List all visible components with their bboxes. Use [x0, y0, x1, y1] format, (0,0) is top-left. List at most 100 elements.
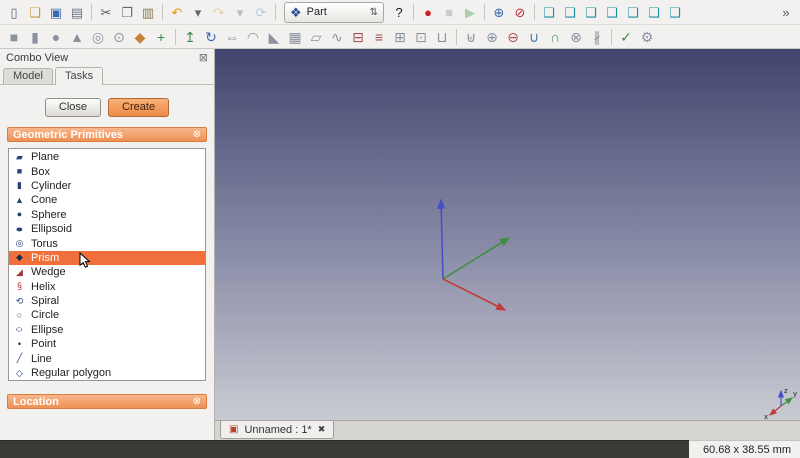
document-tab-unnamed[interactable]: ▣ Unnamed : 1* ✖ [220, 421, 335, 439]
fillet-button[interactable]: ◠ [243, 27, 263, 47]
macro-execute-button[interactable]: ▶ [460, 2, 480, 22]
primitive-item-sphere[interactable]: ● Sphere [9, 208, 205, 222]
ellipsoid-icon: ● [15, 223, 24, 234]
prism-icon: ◆ [16, 252, 23, 263]
view-axonometric-button[interactable]: ❑ [539, 2, 559, 22]
whats-this-button[interactable]: ? [389, 2, 409, 22]
check-geometry-button[interactable]: ✓ [616, 27, 636, 47]
redo-menu-button[interactable]: ▾ [230, 2, 250, 22]
intersection-button[interactable]: ∩ [545, 27, 565, 47]
loft-button[interactable]: ▱ [306, 27, 326, 47]
ruled-surface-button[interactable]: ▦ [285, 27, 305, 47]
primitive-item-circle[interactable]: ○ Circle [9, 308, 205, 322]
copy-button[interactable]: ❐ [117, 2, 137, 22]
torus-button[interactable]: ◎ [88, 27, 108, 47]
view-top-button[interactable]: ❑ [581, 2, 601, 22]
primitive-item-spiral[interactable]: ⟲ Spiral [9, 294, 205, 308]
tab-close-icon[interactable]: ✖ [318, 425, 326, 434]
redo-button[interactable]: ↷ [209, 2, 229, 22]
chamfer-button[interactable]: ◣ [264, 27, 284, 47]
print-button[interactable]: ▤ [67, 2, 87, 22]
primitive-item-plane[interactable]: ▰ Plane [9, 150, 205, 164]
primitive-item-prism[interactable]: ◆ Prism [9, 250, 205, 266]
view-right-button[interactable]: ❑ [602, 2, 622, 22]
fit-all-button[interactable]: ⊕ [489, 2, 509, 22]
undo-menu-button[interactable]: ▾ [188, 2, 208, 22]
task-dialog-buttons: Close Create [0, 98, 214, 117]
cone-button[interactable]: ▲ [67, 27, 87, 47]
open-file-button[interactable]: ❏ [25, 2, 45, 22]
mirror-button[interactable]: ⇔ [222, 27, 242, 47]
refresh-button[interactable]: ⟳ [251, 2, 271, 22]
create-primitives-button[interactable]: ◆ [130, 27, 150, 47]
offset-3d-button[interactable]: ⊞ [390, 27, 410, 47]
sphere-button[interactable]: ● [46, 27, 66, 47]
view-front-button[interactable]: ❑ [560, 2, 580, 22]
toolbar-separator [534, 4, 535, 20]
paste-button[interactable]: ▥ [138, 2, 158, 22]
cone-icon: ▲ [70, 28, 84, 45]
primitive-item-torus[interactable]: ◎ Torus [9, 236, 205, 250]
section-button[interactable]: ⊟ [348, 27, 368, 47]
cut-button[interactable]: ✂ [96, 2, 116, 22]
section-close-icon[interactable]: ⊗ [193, 396, 201, 407]
view-left-button[interactable]: ❑ [665, 2, 685, 22]
thickness-button[interactable]: ⊔ [432, 27, 452, 47]
cylinder-button[interactable]: ▮ [25, 27, 45, 47]
primitive-item-line[interactable]: ╱ Line [9, 351, 205, 365]
cross-sections-button[interactable]: ≡ [369, 27, 389, 47]
boolean-button[interactable]: ⊕ [482, 27, 502, 47]
section-location[interactable]: Location ⊗ [7, 394, 207, 409]
extrude-button[interactable]: ↥ [180, 27, 200, 47]
shape-builder-button[interactable]: + [151, 27, 171, 47]
macro-record-button[interactable]: ● [418, 2, 438, 22]
join-connect-button[interactable]: ⊗ [566, 27, 586, 47]
union-button[interactable]: ∪ [524, 27, 544, 47]
close-button[interactable]: Close [44, 98, 102, 117]
view-rear-button[interactable]: ❑ [623, 2, 643, 22]
primitive-item-ellipsoid[interactable]: ● Ellipsoid [9, 222, 205, 236]
tube-button[interactable]: ⊙ [109, 27, 129, 47]
primitive-label: Spiral [31, 295, 60, 308]
primitive-item-wedge[interactable]: ◢ Wedge [9, 265, 205, 279]
defeaturing-button[interactable]: ⚙ [637, 27, 657, 47]
tab-tasks[interactable]: Tasks [54, 67, 104, 85]
offset-2d-button[interactable]: ⊡ [411, 27, 431, 47]
primitive-item-point[interactable]: • Point [9, 337, 205, 351]
macro-stop-button[interactable]: ■ [439, 2, 459, 22]
save-button[interactable]: ▣ [46, 2, 66, 22]
sweep-button[interactable]: ∿ [327, 27, 347, 47]
primitive-item-regular-polygon[interactable]: ◇ Regular polygon [9, 366, 205, 380]
create-button[interactable]: Create [108, 98, 170, 117]
print-icon: ▤ [70, 4, 84, 20]
create-primitives-icon: ◆ [134, 28, 146, 45]
primitive-item-helix[interactable]: § Helix [9, 280, 205, 294]
paste-icon: ▥ [141, 4, 155, 20]
offset-2d-icon: ⊡ [415, 28, 427, 45]
primitive-item-cylinder[interactable]: ▮ Cylinder [9, 179, 205, 193]
new-file-button[interactable]: ▯ [4, 2, 24, 22]
view-bottom-button[interactable]: ❑ [644, 2, 664, 22]
undo-menu-icon: ▾ [194, 4, 202, 20]
tab-model[interactable]: Model [3, 68, 53, 84]
workbench-selector[interactable]: ❖ Part ⇅ [284, 1, 384, 23]
cut-boolean-button[interactable]: ⊖ [503, 27, 523, 47]
split-button[interactable]: ∦ [587, 27, 607, 47]
section-close-icon[interactable]: ⊗ [193, 129, 201, 140]
primitive-item-box[interactable]: ■ Box [9, 164, 205, 178]
primitive-item-ellipse[interactable]: ○ Ellipse [9, 323, 205, 337]
compound-button[interactable]: ⊎ [461, 27, 481, 47]
revolve-button[interactable]: ↻ [201, 27, 221, 47]
fillet-icon: ◠ [246, 28, 260, 45]
section-geometric-primitives[interactable]: Geometric Primitives ⊗ [7, 127, 207, 142]
new-file-icon: ▯ [10, 4, 18, 20]
panel-dock-icon[interactable]: ⊠ [199, 51, 208, 64]
undo-button[interactable]: ↶ [167, 2, 187, 22]
toolbar-overflow-button[interactable]: » [776, 2, 796, 22]
toolbar-separator [413, 4, 414, 20]
box-button[interactable]: ■ [4, 27, 24, 47]
primitive-item-cone[interactable]: ▲ Cone [9, 193, 205, 207]
3d-viewport[interactable]: z y x [215, 49, 800, 420]
mirror-icon: ⇔ [225, 28, 239, 45]
draw-style-button[interactable]: ⊘ [510, 2, 530, 22]
